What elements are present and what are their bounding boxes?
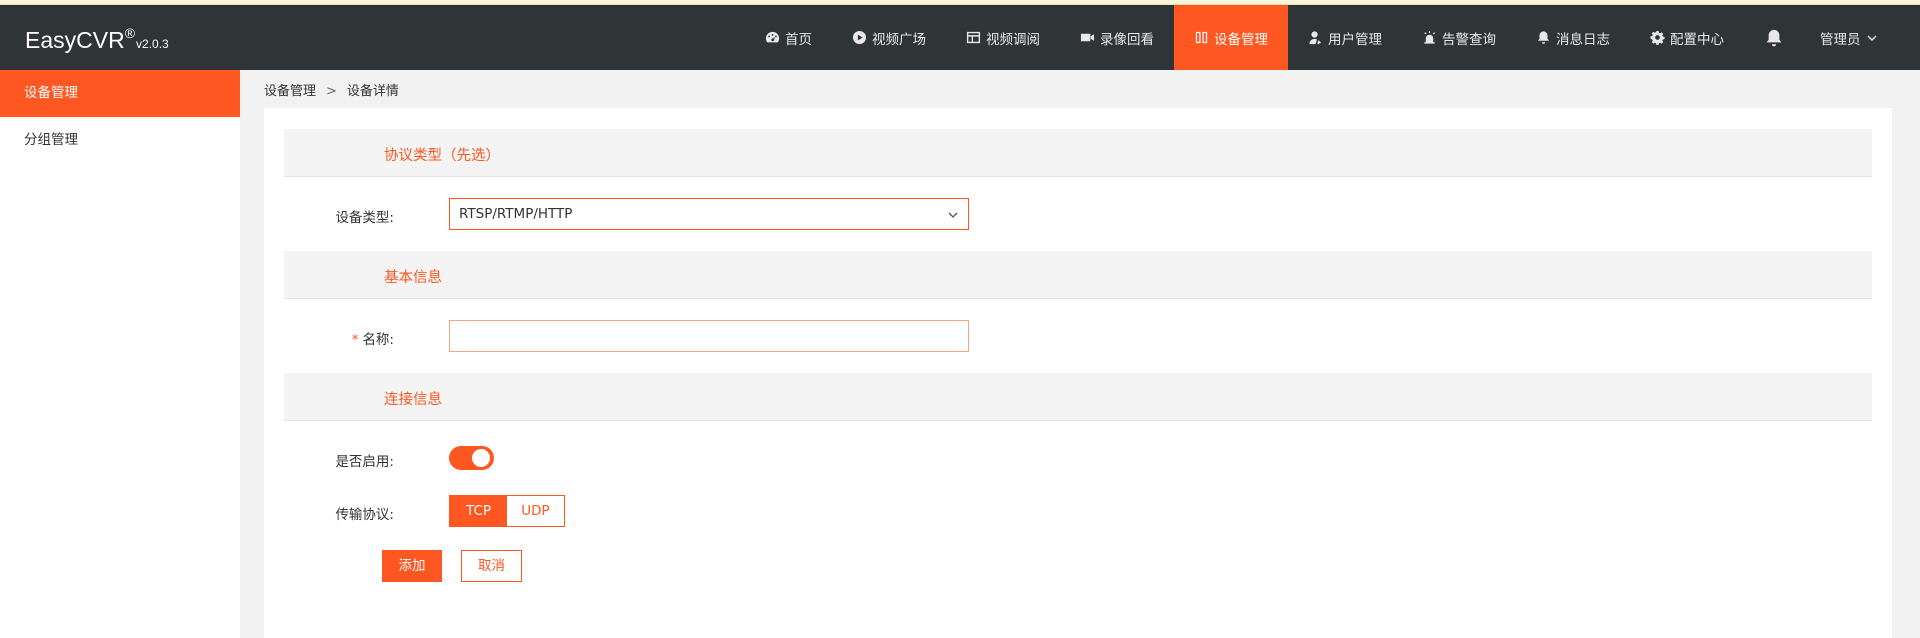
transport-label: 传输协议: [335, 507, 394, 523]
device-form-panel: 协议类型（先选） 设备类型: RTSP/RTMP/HTTP 基本信息 * 名称: … [264, 108, 1892, 638]
toggle-knob [472, 449, 490, 467]
transport-udp-button[interactable]: UDP [507, 496, 564, 526]
nav-alarm-query-label: 告警查询 [1442, 31, 1496, 48]
layout-icon [966, 31, 981, 44]
nav-video-view-label: 视频调阅 [986, 31, 1040, 48]
nav-device-management[interactable]: 设备管理 [1174, 5, 1288, 70]
sidebar-item-device-management[interactable]: 设备管理 [0, 70, 240, 117]
registered-mark: ® [124, 25, 136, 41]
nav-video-square-label: 视频广场 [872, 31, 926, 48]
nav-device-management-label: 设备管理 [1214, 31, 1268, 48]
transport-tcp-button[interactable]: TCP [450, 496, 507, 526]
breadcrumb-parent[interactable]: 设备管理 [264, 84, 316, 99]
nav-home[interactable]: 首页 [745, 5, 832, 70]
breadcrumb: 设备管理 > 设备详情 [264, 80, 399, 99]
name-label: * 名称: [264, 328, 394, 348]
device-type-label: 设备类型: [335, 210, 394, 226]
chevron-down-icon [948, 212, 958, 218]
notification-bell-icon [1766, 29, 1782, 46]
nav-video-square[interactable]: 视频广场 [832, 5, 946, 70]
play-circle-icon [852, 30, 867, 45]
device-icon [1195, 31, 1208, 44]
add-button[interactable]: 添加 [382, 550, 442, 582]
transport-protocol-group: TCP UDP [449, 495, 565, 527]
gear-icon [1650, 30, 1665, 45]
nav-message-log-label: 消息日志 [1556, 31, 1610, 48]
basic-section-title: 基本信息 [384, 270, 442, 286]
app-logo: EasyCVR®v2.0.3 [25, 25, 169, 54]
user-menu[interactable]: 管理员 [1820, 28, 1877, 48]
required-mark: * [351, 332, 359, 348]
nav-alarm-query[interactable]: 告警查询 [1402, 5, 1516, 70]
app-version: v2.0.3 [136, 37, 169, 51]
name-input[interactable] [449, 320, 969, 352]
notification-bell[interactable] [1764, 5, 1786, 70]
nav-playback[interactable]: 录像回看 [1060, 5, 1174, 70]
protocol-section-header: 协议类型（先选） [284, 129, 1872, 177]
name-label-text: 名称: [362, 332, 394, 348]
user-icon [1309, 31, 1321, 45]
nav-home-label: 首页 [785, 31, 812, 48]
sidebar-item-group-management[interactable]: 分组管理 [0, 117, 240, 164]
enabled-toggle[interactable] [449, 446, 494, 470]
nav-message-log[interactable]: 消息日志 [1516, 5, 1630, 70]
device-type-select[interactable]: RTSP/RTMP/HTTP [449, 198, 969, 230]
dashboard-icon [765, 31, 780, 43]
nav-user-management[interactable]: 用户管理 [1288, 5, 1402, 70]
sidebar: 设备管理 分组管理 [0, 70, 240, 638]
video-camera-icon [1080, 33, 1095, 42]
nav-video-view[interactable]: 视频调阅 [946, 5, 1060, 70]
alarm-icon [1424, 30, 1436, 44]
device-type-value: RTSP/RTMP/HTTP [459, 206, 573, 222]
app-name: EasyCVR [25, 27, 125, 53]
breadcrumb-current: 设备详情 [346, 84, 399, 99]
top-header: EasyCVR®v2.0.3 首页 视频广场 视频调阅 录像回看 设备管理 用户… [0, 5, 1920, 70]
nav-config-center[interactable]: 配置中心 [1630, 5, 1744, 70]
connection-section-header: 连接信息 [284, 373, 1872, 421]
enabled-label: 是否启用: [335, 454, 394, 470]
chevron-down-icon [1867, 35, 1876, 41]
basic-section-header: 基本信息 [284, 251, 1872, 299]
bell-icon [1537, 31, 1550, 44]
nav-playback-label: 录像回看 [1100, 31, 1154, 48]
connection-section-title: 连接信息 [384, 392, 442, 408]
cancel-button[interactable]: 取消 [461, 550, 522, 582]
breadcrumb-separator: > [326, 84, 337, 99]
nav-config-center-label: 配置中心 [1670, 31, 1724, 48]
protocol-section-title: 协议类型（先选） [384, 148, 500, 164]
nav-user-management-label: 用户管理 [1328, 31, 1382, 48]
user-name: 管理员 [1820, 31, 1861, 48]
main-nav: 首页 视频广场 视频调阅 录像回看 设备管理 用户管理 告警查询 消息日志 配置… [745, 5, 1877, 70]
